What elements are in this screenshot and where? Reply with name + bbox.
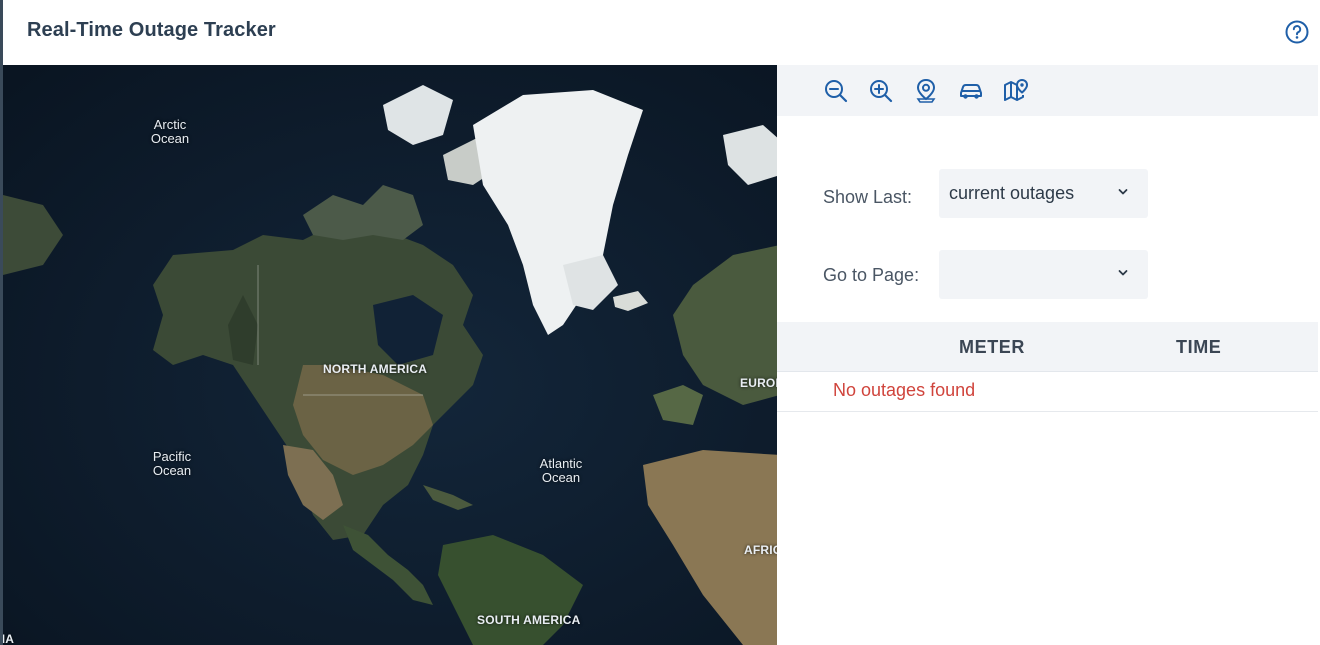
map-label-south-america: SOUTH AMERICA [477,613,581,627]
show-last-select[interactable]: current outages [939,169,1148,218]
satellite-base-map [3,65,777,645]
page-title: Real-Time Outage Tracker [27,19,276,41]
map-label-atlantic-ocean: Atlantic Ocean [539,456,583,485]
map-label-australia: AUSTRALIA [1,632,15,645]
zoom-out-icon[interactable] [823,78,849,104]
map-label-pacific-ocean: Pacific Ocean [152,449,192,478]
help-circle-icon[interactable] [1285,20,1309,44]
show-last-label: Show Last: [823,187,913,207]
map-marker-icon[interactable] [1003,78,1029,104]
outage-table-header: METER TIME [777,322,1318,372]
map-toolbar [777,65,1318,116]
vehicle-icon[interactable] [958,78,984,104]
column-header-time[interactable]: TIME [1176,337,1221,358]
page-header: Real-Time Outage Tracker [0,0,1320,65]
map-label-europe: EUROPE [740,376,777,390]
map-pin-icon[interactable] [913,78,939,104]
map-label-africa: AFRICA [744,543,777,557]
chevron-down-icon [1118,189,1128,195]
go-to-page-label: Go to Page: [823,265,920,285]
outage-map[interactable]: Arctic Ocean Pacific Ocean Atlantic Ocea… [0,65,777,645]
zoom-in-icon[interactable] [868,78,894,104]
map-label-arctic-ocean: Arctic Ocean [150,117,190,146]
go-to-page-select[interactable] [939,250,1148,299]
outage-panel: Show Last: current outages Go to Page: M… [777,65,1318,645]
map-label-north-america: NORTH AMERICA [323,362,428,376]
chevron-down-icon [1118,270,1128,276]
show-last-value: current outages [949,183,1075,203]
empty-state-message: No outages found [833,380,976,400]
table-row: No outages found [777,372,1318,412]
column-header-meter[interactable]: METER [959,337,1025,358]
